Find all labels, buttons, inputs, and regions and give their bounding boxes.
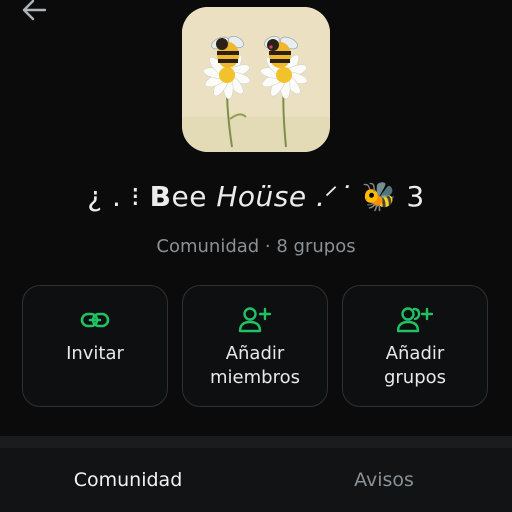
community-title: ¿ . ⁝ Bee Hoüse .ᐟ˙ 🐝 3 bbox=[0, 180, 512, 213]
add-members-label: Añadir miembros bbox=[210, 343, 300, 388]
community-avatar[interactable] bbox=[182, 7, 330, 152]
add-groups-label: Añadir grupos bbox=[383, 343, 447, 388]
action-cards: Invitar Añadir miembros Añadir grupos bbox=[22, 285, 490, 409]
invite-button[interactable]: Invitar bbox=[22, 285, 168, 407]
bottom-tabs: Comunidad Avisos bbox=[0, 448, 512, 512]
title-suffix: 3 bbox=[397, 180, 425, 213]
title-rest: se .ᐟ˙ bbox=[273, 180, 362, 213]
back-button[interactable] bbox=[18, 0, 50, 24]
title-italic: Ho bbox=[216, 180, 256, 213]
title-u: ü bbox=[255, 180, 274, 213]
add-members-button[interactable]: Añadir miembros bbox=[182, 285, 328, 407]
bees-on-daisies-image bbox=[182, 7, 330, 152]
title-prefix: ¿ . ⁝ bbox=[87, 180, 150, 213]
invite-label: Invitar bbox=[66, 343, 124, 364]
bee-emoji: 🐝 bbox=[361, 180, 398, 213]
link-icon bbox=[80, 312, 110, 328]
tab-comunidad[interactable]: Comunidad bbox=[0, 448, 256, 512]
arrow-left-icon bbox=[22, 0, 47, 21]
tab-avisos[interactable]: Avisos bbox=[256, 448, 512, 512]
add-groups-button[interactable]: Añadir grupos bbox=[342, 285, 488, 407]
community-subtitle: Comunidad · 8 grupos bbox=[156, 236, 356, 257]
add-group-icon bbox=[397, 307, 433, 333]
title-mid: ee bbox=[171, 180, 217, 213]
title-bold-letter: B bbox=[149, 180, 172, 213]
add-person-icon bbox=[238, 307, 272, 333]
section-divider bbox=[0, 436, 512, 448]
